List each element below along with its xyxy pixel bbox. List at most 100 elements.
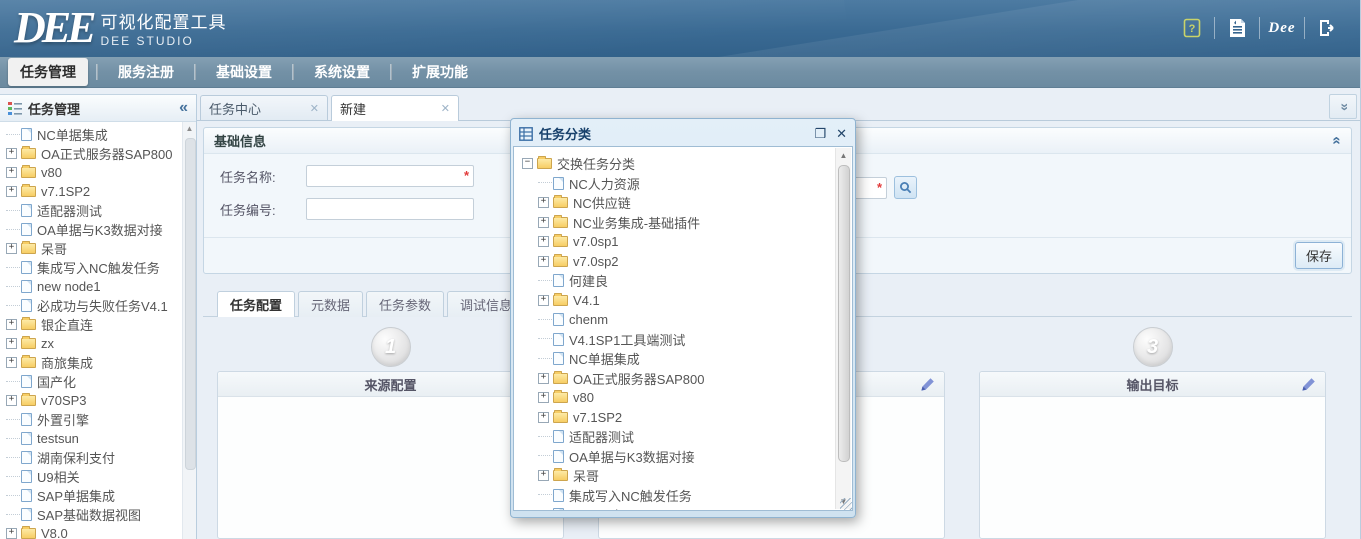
- tree-item[interactable]: + v7.0sp2: [522, 252, 832, 272]
- tree-item[interactable]: + v7.1SP2: [6, 182, 182, 201]
- document-icon[interactable]: [1226, 16, 1248, 40]
- dialog-scrollbar[interactable]: ▲ ▼: [835, 148, 851, 509]
- save-button[interactable]: 保存: [1294, 242, 1343, 269]
- lookup-button[interactable]: [894, 176, 917, 199]
- nav-item[interactable]: 系统设置: [300, 58, 384, 86]
- tree-item[interactable]: + V8.0: [6, 524, 182, 539]
- tree-item[interactable]: OA单据与K3数据对接: [522, 447, 832, 467]
- tree-item[interactable]: U9相关: [6, 467, 182, 486]
- nav-item[interactable]: 服务注册: [104, 58, 188, 86]
- expand-toggle-icon[interactable]: +: [538, 197, 549, 209]
- document-tab[interactable]: 任务中心 ✕: [200, 95, 328, 120]
- sidebar-collapse-icon[interactable]: «: [179, 100, 188, 116]
- resize-grip[interactable]: [840, 498, 852, 510]
- expand-toggle-icon[interactable]: +: [538, 294, 549, 306]
- tree-item[interactable]: + v7.0sp1: [522, 232, 832, 252]
- config-tab[interactable]: 元数据: [298, 291, 364, 317]
- tree-item[interactable]: + 商旅集成: [6, 353, 182, 372]
- edit-pencil-icon[interactable]: [1301, 376, 1317, 395]
- task-name-input[interactable]: [306, 165, 474, 187]
- sidebar-scrollbar[interactable]: ▲: [182, 122, 196, 539]
- tree-item[interactable]: + 呆哥: [6, 239, 182, 258]
- expand-toggle-icon[interactable]: +: [538, 411, 549, 423]
- tree-item[interactable]: + v7.1SP2: [522, 408, 832, 428]
- tree-item[interactable]: testsun: [6, 429, 182, 448]
- nav-item[interactable]: 任务管理: [8, 58, 88, 86]
- tree-item[interactable]: new node1: [6, 277, 182, 296]
- tree-item[interactable]: 适配器测试: [522, 427, 832, 447]
- main-menu: 任务管理 服务注册 基础设置 系统设置 扩展功能: [0, 57, 1360, 88]
- tree-item[interactable]: NC人力资源: [522, 174, 832, 194]
- tree-item[interactable]: + 银企直连: [6, 315, 182, 334]
- expand-toggle-icon[interactable]: +: [6, 186, 17, 197]
- dee-logo-icon[interactable]: Dee: [1268, 16, 1294, 40]
- expand-toggle-icon[interactable]: +: [538, 470, 549, 482]
- tree-item[interactable]: + v80: [522, 388, 832, 408]
- scroll-up-icon[interactable]: ▲: [183, 122, 196, 136]
- tree-item[interactable]: V4.1SP1工具端测试: [522, 330, 832, 350]
- document-tab[interactable]: 新建 ✕: [331, 95, 459, 121]
- tree-item[interactable]: 必成功与失败任务V4.1: [6, 296, 182, 315]
- expand-toggle-icon[interactable]: +: [538, 392, 549, 404]
- panel-collapse-icon[interactable]: «: [1328, 136, 1345, 144]
- tree-item[interactable]: + v70SP3: [6, 391, 182, 410]
- expand-toggle-icon[interactable]: −: [522, 158, 533, 170]
- expand-toggle-icon[interactable]: +: [6, 243, 17, 254]
- help-icon[interactable]: ?: [1181, 16, 1203, 40]
- nav-item[interactable]: 扩展功能: [398, 58, 482, 86]
- expand-toggle-icon[interactable]: +: [538, 216, 549, 228]
- expand-toggle-icon[interactable]: +: [6, 357, 17, 368]
- tree-item[interactable]: + NC业务集成-基础插件: [522, 213, 832, 233]
- required-asterisk: *: [463, 168, 469, 183]
- expand-toggle-icon[interactable]: +: [6, 338, 17, 349]
- close-icon[interactable]: ✕: [836, 127, 847, 140]
- tree-item[interactable]: + zx: [6, 334, 182, 353]
- expand-toggle-icon[interactable]: +: [6, 167, 17, 178]
- logout-icon[interactable]: [1316, 16, 1338, 40]
- expand-toggle-icon[interactable]: +: [6, 528, 17, 539]
- tree-item[interactable]: + V4.1: [522, 291, 832, 311]
- tree-item[interactable]: NC单据集成: [6, 125, 182, 144]
- close-tab-icon[interactable]: ✕: [441, 102, 450, 115]
- dialog-titlebar[interactable]: 任务分类 ❒ ✕: [513, 121, 853, 146]
- close-tab-icon[interactable]: ✕: [310, 102, 319, 115]
- maximize-icon[interactable]: ❒: [814, 127, 826, 140]
- task-code-input[interactable]: [306, 198, 474, 220]
- tree-item[interactable]: chenm: [522, 310, 832, 330]
- tree-item[interactable]: SAP单据集成: [6, 486, 182, 505]
- tab-overflow-button[interactable]: «: [1329, 94, 1357, 119]
- tree-item[interactable]: SAP基础数据视图: [6, 505, 182, 524]
- tree-item[interactable]: 何建良: [522, 271, 832, 291]
- tree-item[interactable]: + OA正式服务器SAP800: [522, 369, 832, 389]
- tree-item[interactable]: OA单据与K3数据对接: [6, 220, 182, 239]
- expand-toggle-icon[interactable]: +: [538, 255, 549, 267]
- expand-toggle-icon[interactable]: +: [6, 395, 17, 406]
- tree-item[interactable]: + OA正式服务器SAP800: [6, 144, 182, 163]
- scrollbar-thumb[interactable]: [185, 138, 196, 470]
- tree-item[interactable]: 集成写入NC触发任务: [522, 486, 832, 506]
- tree-item-label: 呆哥: [573, 469, 600, 485]
- scrollbar-thumb[interactable]: [838, 165, 850, 462]
- nav-item[interactable]: 基础设置: [202, 58, 286, 86]
- expand-toggle-icon[interactable]: +: [538, 236, 549, 248]
- expand-toggle-icon[interactable]: +: [538, 372, 549, 384]
- scroll-up-icon[interactable]: ▲: [836, 148, 851, 163]
- config-tab[interactable]: 任务参数: [366, 291, 445, 317]
- tree-item[interactable]: 外置引擎: [6, 410, 182, 429]
- tree-item[interactable]: 集成写入NC触发任务: [6, 258, 182, 277]
- tree-item[interactable]: − 交换任务分类: [522, 154, 832, 174]
- tree-item[interactable]: new node1: [522, 505, 832, 510]
- tree-item[interactable]: 国产化: [6, 372, 182, 391]
- tree-item[interactable]: 湖南保利支付: [6, 448, 182, 467]
- config-tab[interactable]: 任务配置: [217, 291, 296, 317]
- document-tabbar: 任务中心 ✕ 新建 ✕ «: [197, 94, 1360, 121]
- tree-item[interactable]: + 呆哥: [522, 466, 832, 486]
- tree-item[interactable]: NC单据集成: [522, 349, 832, 369]
- expand-toggle-icon[interactable]: +: [6, 148, 17, 159]
- tree-item-label: V4.1: [573, 292, 600, 308]
- tree-item[interactable]: 适配器测试: [6, 201, 182, 220]
- tree-item[interactable]: + NC供应链: [522, 193, 832, 213]
- expand-toggle-icon[interactable]: +: [6, 319, 17, 330]
- edit-pencil-icon[interactable]: [920, 376, 936, 395]
- tree-item[interactable]: + v80: [6, 163, 182, 182]
